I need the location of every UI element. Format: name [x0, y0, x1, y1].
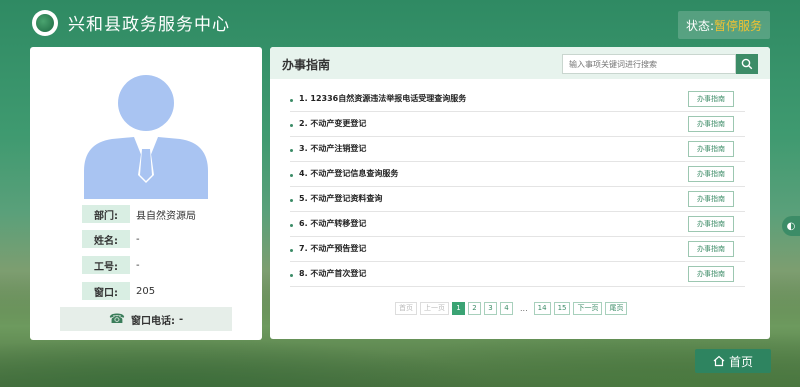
- pagination-page-4[interactable]: 4: [500, 301, 513, 315]
- list-item: 5. 不动产登记资料查询 办事指南: [290, 187, 745, 212]
- header: 兴和县政务服务中心 状态: 暂停服务: [0, 0, 800, 44]
- item-title[interactable]: 1. 12336自然资源违法举报电话受理查询服务: [299, 93, 466, 104]
- bullet-icon: [290, 99, 293, 102]
- name-row: 姓名: -: [82, 230, 140, 248]
- status-box: 状态: 暂停服务: [678, 11, 770, 39]
- phone-label: 窗口电话:: [131, 315, 176, 327]
- guide-button[interactable]: 办事指南: [688, 116, 734, 132]
- status-value: 暂停服务: [714, 18, 763, 33]
- avatar-icon: [84, 75, 208, 199]
- bullet-icon: [290, 274, 293, 277]
- item-title[interactable]: 7. 不动产预告登记: [299, 243, 366, 254]
- search-button[interactable]: [736, 54, 758, 74]
- bullet-icon: [290, 174, 293, 177]
- list-item: 4. 不动产登记信息查询服务 办事指南: [290, 162, 745, 187]
- employee-id-row: 工号: -: [82, 256, 140, 274]
- department-row: 部门: 县自然资源局: [82, 205, 196, 223]
- guide-button[interactable]: 办事指南: [688, 266, 734, 282]
- bullet-icon: [290, 224, 293, 227]
- guide-list: 1. 12336自然资源违法举报电话受理查询服务 办事指南 2. 不动产变更登记…: [290, 87, 745, 287]
- pagination-page-3[interactable]: 3: [484, 301, 497, 315]
- employee-id-label: 工号:: [82, 256, 130, 274]
- pagination-first[interactable]: 首页: [395, 301, 417, 315]
- item-title[interactable]: 2. 不动产变更登记: [299, 118, 366, 129]
- item-title[interactable]: 8. 不动产首次登记: [299, 268, 366, 279]
- window-phone-bar: ☎ 窗口电话: -: [60, 307, 232, 331]
- search-icon: [741, 58, 753, 70]
- home-button[interactable]: 首页: [695, 349, 771, 373]
- pagination-prev[interactable]: 上一页: [420, 301, 449, 315]
- search-input[interactable]: [562, 54, 736, 74]
- pagination-last[interactable]: 尾页: [605, 301, 628, 315]
- window-value: 205: [136, 285, 156, 297]
- list-item: 8. 不动产首次登记 办事指南: [290, 262, 745, 287]
- list-item: 1. 12336自然资源违法举报电话受理查询服务 办事指南: [290, 87, 745, 112]
- department-value: 县自然资源局: [136, 210, 196, 222]
- pagination-page-15[interactable]: 15: [553, 301, 571, 315]
- side-tab-icon[interactable]: ◐: [782, 216, 800, 236]
- list-item: 7. 不动产预告登记 办事指南: [290, 237, 745, 262]
- guide-button[interactable]: 办事指南: [688, 141, 734, 157]
- site-title: 兴和县政务服务中心: [68, 15, 230, 35]
- guide-button[interactable]: 办事指南: [688, 191, 734, 207]
- guide-title: 办事指南: [282, 58, 331, 72]
- bullet-icon: [290, 149, 293, 152]
- list-item: 6. 不动产转移登记 办事指南: [290, 212, 745, 237]
- item-title[interactable]: 5. 不动产登记资料查询: [299, 193, 382, 204]
- window-label: 窗口:: [82, 282, 130, 300]
- guide-header: 办事指南: [270, 47, 770, 79]
- pagination-page-2[interactable]: 2: [468, 301, 481, 315]
- item-title[interactable]: 6. 不动产转移登记: [299, 218, 366, 229]
- pagination: 首页 上一页 1 2 3 4 ... 14 15 下一页 尾页: [395, 301, 630, 315]
- item-title[interactable]: 3. 不动产注销登记: [299, 143, 366, 154]
- window-row: 窗口: 205: [82, 282, 155, 300]
- guide-button[interactable]: 办事指南: [688, 241, 734, 257]
- guide-button[interactable]: 办事指南: [688, 91, 734, 107]
- guide-panel: 办事指南 1. 12336自然资源违法举报电话受理查询服务 办事指南 2. 不动…: [270, 47, 770, 339]
- bullet-icon: [290, 249, 293, 252]
- name-label: 姓名:: [82, 230, 130, 248]
- employee-id-value: -: [136, 259, 140, 271]
- bullet-icon: [290, 199, 293, 202]
- list-item: 2. 不动产变更登记 办事指南: [290, 112, 745, 137]
- phone-icon: ☎: [108, 311, 126, 327]
- logo-icon: [32, 10, 58, 36]
- phone-value: -: [179, 313, 184, 325]
- department-label: 部门:: [82, 205, 130, 223]
- bullet-icon: [290, 124, 293, 127]
- list-item: 3. 不动产注销登记 办事指南: [290, 137, 745, 162]
- guide-button[interactable]: 办事指南: [688, 166, 734, 182]
- profile-card: 部门: 县自然资源局 姓名: - 工号: - 窗口: 205 ☎ 窗口电话: -: [30, 47, 262, 340]
- name-value: -: [136, 233, 140, 245]
- pagination-page-14[interactable]: 14: [533, 301, 551, 315]
- home-label: 首页: [728, 354, 753, 369]
- pagination-page-1[interactable]: 1: [452, 301, 465, 315]
- status-label: 状态:: [685, 18, 715, 33]
- guide-button[interactable]: 办事指南: [688, 216, 734, 232]
- home-icon: [713, 355, 725, 367]
- pagination-ellipsis: ...: [520, 303, 528, 313]
- item-title[interactable]: 4. 不动产登记信息查询服务: [299, 168, 398, 179]
- pagination-next[interactable]: 下一页: [573, 301, 603, 315]
